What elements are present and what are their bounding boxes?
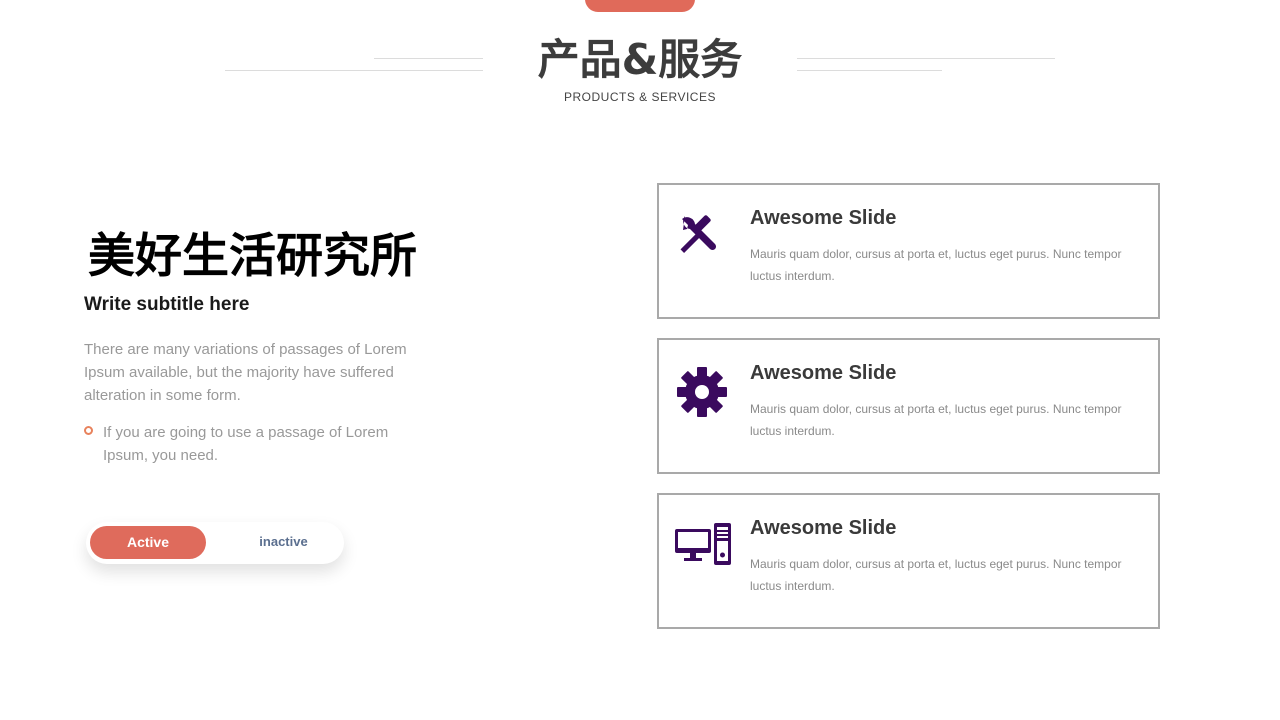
tools-icon [675,209,729,263]
computer-icon [675,519,731,573]
main-heading: 美好生活研究所 [88,229,417,284]
card-title: Awesome Slide [750,517,897,539]
feature-card: Awesome Slide Mauris quam dolor, cursus … [657,338,1160,474]
active-inactive-toggle[interactable]: Active inactive [86,522,344,564]
card-title: Awesome Slide [750,362,897,384]
toggle-active-button[interactable]: Active [90,526,206,559]
body-paragraph: There are many variations of passages of… [84,341,407,404]
card-text: Mauris quam dolor, cursus at porta et, l… [750,402,1122,438]
card-title: Awesome Slide [750,207,897,229]
top-tab-decoration [585,0,695,12]
gear-icon [675,364,729,418]
bullet-dot-icon [84,426,93,435]
feature-card: Awesome Slide Mauris quam dolor, cursus … [657,493,1160,629]
page-subtitle: PRODUCTS & SERVICES [564,90,716,104]
page-title: 产品&服务 [537,35,743,84]
card-text: Mauris quam dolor, cursus at porta et, l… [750,557,1122,593]
card-text: Mauris quam dolor, cursus at porta et, l… [750,247,1122,283]
toggle-inactive-button[interactable]: inactive [226,526,341,559]
bullet-text: If you are going to use a passage of Lor… [103,424,389,464]
sub-heading: Write subtitle here [84,294,250,315]
feature-card: Awesome Slide Mauris quam dolor, cursus … [657,183,1160,319]
